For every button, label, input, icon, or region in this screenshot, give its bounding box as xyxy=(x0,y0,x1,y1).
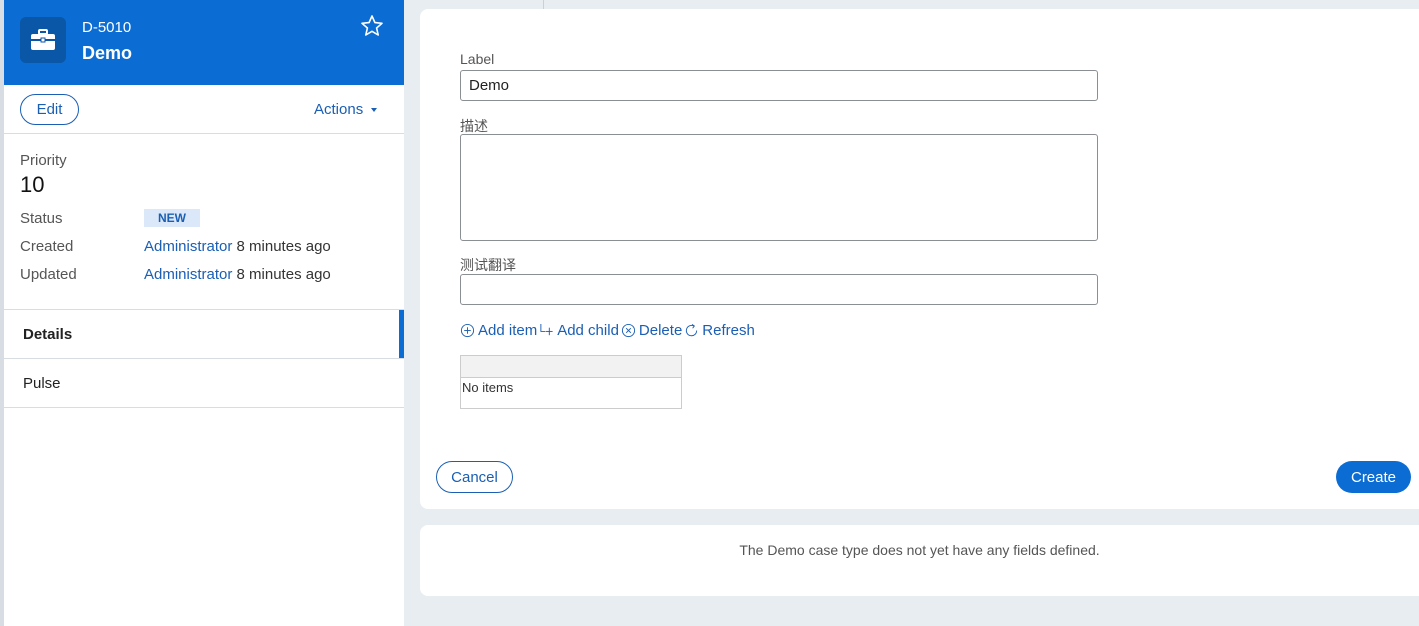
case-action-bar: Edit Actions xyxy=(4,85,404,134)
priority-value: 10 xyxy=(20,172,45,197)
nav-item-label: Details xyxy=(23,326,73,343)
updated-label: Updated xyxy=(20,266,77,283)
description-textarea[interactable] xyxy=(460,134,1098,241)
top-tab-divider xyxy=(404,0,544,9)
items-grid: No items xyxy=(460,355,682,409)
status-label: Status xyxy=(20,210,63,227)
grid-header xyxy=(461,356,681,378)
translation-field-label: 测试翻译 xyxy=(460,257,516,273)
case-header: D-5010 Demo xyxy=(4,0,404,85)
created-value: Administrator 8 minutes ago xyxy=(144,238,331,255)
briefcase-icon xyxy=(20,17,66,63)
case-id: D-5010 xyxy=(82,19,132,36)
actions-menu[interactable]: Actions xyxy=(314,101,378,118)
add-child-label: Add child xyxy=(557,322,619,339)
delete-button[interactable]: Delete xyxy=(621,322,682,339)
updated-time: 8 minutes ago xyxy=(236,266,331,283)
status-badge: NEW xyxy=(144,209,200,227)
updated-value: Administrator 8 minutes ago xyxy=(144,266,331,283)
nav-item-label: Pulse xyxy=(23,375,61,392)
label-input[interactable] xyxy=(460,70,1098,101)
nav-item-details[interactable]: Details xyxy=(4,310,404,359)
updated-by-link[interactable]: Administrator xyxy=(144,266,232,283)
refresh-label: Refresh xyxy=(702,322,755,339)
case-summary: Priority 10 Status NEW Created Administr… xyxy=(4,134,404,310)
close-circle-icon xyxy=(621,323,635,338)
nav-item-pulse[interactable]: Pulse xyxy=(4,359,404,408)
no-fields-message: The Demo case type does not yet have any… xyxy=(739,542,1100,558)
case-sidebar: D-5010 Demo Edit Actions Priority 10 Sta… xyxy=(4,0,404,626)
caret-down-icon xyxy=(371,107,378,112)
add-item-label: Add item xyxy=(478,322,538,339)
star-icon[interactable] xyxy=(360,14,384,38)
add-child-icon xyxy=(540,323,553,336)
priority-label: Priority xyxy=(20,152,67,169)
add-item-button[interactable]: Add item xyxy=(460,322,537,339)
description-field-label: 描述 xyxy=(460,118,488,134)
create-button[interactable]: Create xyxy=(1336,461,1411,493)
refresh-icon xyxy=(686,324,698,337)
case-title: Demo xyxy=(82,43,133,63)
created-label: Created xyxy=(20,238,74,255)
edit-button[interactable]: Edit xyxy=(20,94,79,125)
translation-input[interactable] xyxy=(460,274,1098,305)
info-card: The Demo case type does not yet have any… xyxy=(420,525,1419,596)
label-field-label: Label xyxy=(460,51,495,67)
created-by-link[interactable]: Administrator xyxy=(144,238,232,255)
create-form-card: Label 描述 测试翻译 Add item Add child xyxy=(420,9,1419,509)
grid-empty-text: No items xyxy=(462,380,514,395)
plus-circle-icon xyxy=(460,323,475,338)
created-time: 8 minutes ago xyxy=(236,238,331,255)
list-toolbar: Add item Add child Delete Refresh xyxy=(460,322,757,339)
actions-label: Actions xyxy=(314,101,364,118)
delete-label: Delete xyxy=(638,322,683,339)
add-child-button[interactable]: Add child xyxy=(539,322,619,339)
cancel-button[interactable]: Cancel xyxy=(436,461,513,493)
refresh-button[interactable]: Refresh xyxy=(684,322,755,339)
